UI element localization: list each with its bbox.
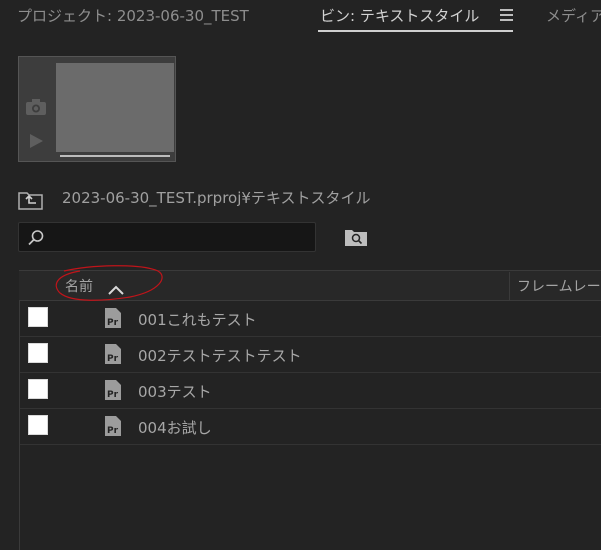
list-item[interactable]: Pr 004お試し bbox=[20, 409, 601, 445]
list-item[interactable]: Pr 001これもテスト bbox=[20, 301, 601, 337]
item-label: 003テスト bbox=[138, 383, 212, 401]
menu-icon[interactable] bbox=[500, 9, 513, 21]
premiere-file-icon: Pr bbox=[105, 416, 121, 436]
item-label: 004お試し bbox=[138, 419, 212, 437]
item-checkbox[interactable] bbox=[28, 415, 48, 435]
item-label: 001これもテスト bbox=[138, 311, 257, 329]
premiere-file-icon: Pr bbox=[105, 380, 121, 400]
item-label: 002テストテストテスト bbox=[138, 347, 302, 365]
svg-text:Pr: Pr bbox=[107, 390, 119, 400]
find-icon[interactable] bbox=[344, 227, 368, 247]
item-checkbox[interactable] bbox=[28, 379, 48, 399]
list-item[interactable]: Pr 003テスト bbox=[20, 373, 601, 409]
search-input[interactable] bbox=[51, 225, 311, 251]
svg-text:Pr: Pr bbox=[107, 426, 119, 436]
list-item[interactable]: Pr 002テストテストテスト bbox=[20, 337, 601, 373]
play-icon[interactable] bbox=[28, 133, 44, 149]
up-folder-icon[interactable] bbox=[18, 190, 43, 210]
preview-frame bbox=[56, 63, 174, 152]
premiere-file-icon: Pr bbox=[105, 344, 121, 364]
tab-bin[interactable]: ビン: テキストスタイル bbox=[320, 5, 479, 26]
search-icon bbox=[28, 230, 44, 246]
search-field[interactable] bbox=[18, 222, 316, 252]
premiere-file-icon: Pr bbox=[105, 308, 121, 328]
column-divider[interactable] bbox=[509, 272, 510, 300]
bin-path: 2023-06-30_TEST.prproj¥テキストスタイル bbox=[62, 189, 371, 207]
svg-text:Pr: Pr bbox=[107, 354, 119, 364]
svg-text:Pr: Pr bbox=[107, 318, 119, 328]
item-checkbox[interactable] bbox=[28, 343, 48, 363]
camera-icon[interactable] bbox=[25, 98, 47, 116]
active-tab-underline bbox=[318, 30, 513, 32]
preview-scrubber[interactable] bbox=[60, 155, 170, 157]
column-header-frame-rate[interactable]: フレームレー bbox=[517, 276, 601, 296]
tab-media[interactable]: メディア bbox=[546, 5, 601, 26]
item-checkbox[interactable] bbox=[28, 307, 48, 327]
tab-project[interactable]: プロジェクト: 2023-06-30_TEST bbox=[17, 5, 249, 26]
